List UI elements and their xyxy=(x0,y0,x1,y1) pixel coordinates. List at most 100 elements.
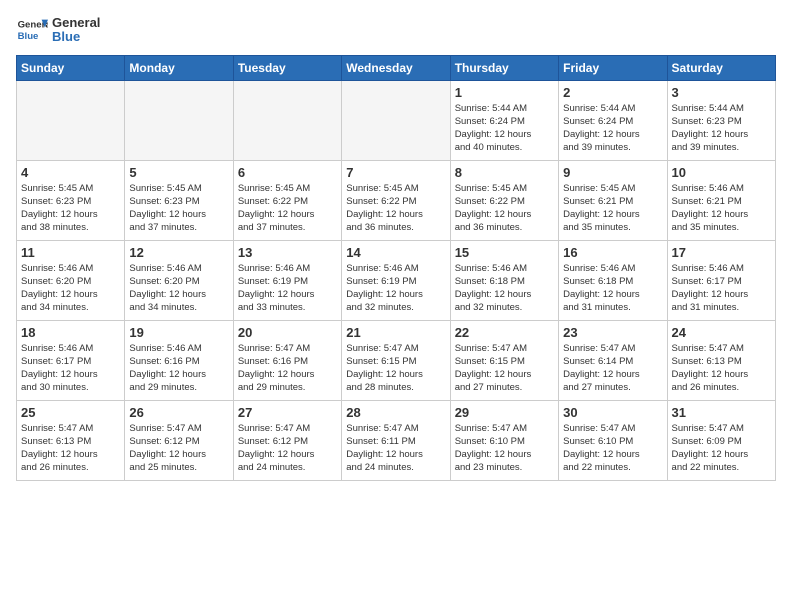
day-number: 8 xyxy=(455,165,554,180)
calendar-cell: 9 Sunrise: 5:45 AM Sunset: 6:21 PM Daylig… xyxy=(559,160,667,240)
calendar-cell xyxy=(342,80,450,160)
day-number: 5 xyxy=(129,165,228,180)
day-number: 21 xyxy=(346,325,445,340)
page-header: General Blue General Blue xyxy=(16,16,776,45)
calendar-cell: 1 Sunrise: 5:44 AM Sunset: 6:24 PM Daylig… xyxy=(450,80,558,160)
day-number: 11 xyxy=(21,245,120,260)
calendar-body: 1 Sunrise: 5:44 AM Sunset: 6:24 PM Daylig… xyxy=(17,80,776,480)
calendar-cell: 5Sunrise: 5:45 AM Sunset: 6:23 PM Daylig… xyxy=(125,160,233,240)
day-info: Sunrise: 5:46 AM Sunset: 6:18 PM Dayligh… xyxy=(563,262,662,315)
weekday-header-thursday: Thursday xyxy=(450,55,558,80)
logo-icon: General Blue xyxy=(16,16,48,44)
day-info: Sunrise: 5:46 AM Sunset: 6:19 PM Dayligh… xyxy=(238,262,337,315)
weekday-header-wednesday: Wednesday xyxy=(342,55,450,80)
calendar-cell: 19Sunrise: 5:46 AM Sunset: 6:16 PM Dayli… xyxy=(125,320,233,400)
day-number: 7 xyxy=(346,165,445,180)
calendar-cell: 18Sunrise: 5:46 AM Sunset: 6:17 PM Dayli… xyxy=(17,320,125,400)
day-number: 3 xyxy=(672,85,771,100)
day-info: Sunrise: 5:47 AM Sunset: 6:10 PM Dayligh… xyxy=(455,422,554,475)
calendar-cell: 16 Sunrise: 5:46 AM Sunset: 6:18 PM Dayli… xyxy=(559,240,667,320)
day-info: Sunrise: 5:46 AM Sunset: 6:20 PM Dayligh… xyxy=(21,262,120,315)
day-number: 12 xyxy=(129,245,228,260)
weekday-header-saturday: Saturday xyxy=(667,55,775,80)
day-info: Sunrise: 5:44 AM Sunset: 6:23 PM Dayligh… xyxy=(672,102,771,155)
day-number: 2 xyxy=(563,85,662,100)
day-info: Sunrise: 5:47 AM Sunset: 6:13 PM Dayligh… xyxy=(672,342,771,395)
calendar-cell: 8 Sunrise: 5:45 AM Sunset: 6:22 PM Daylig… xyxy=(450,160,558,240)
calendar-cell xyxy=(125,80,233,160)
weekday-header-sunday: Sunday xyxy=(17,55,125,80)
day-number: 26 xyxy=(129,405,228,420)
calendar-cell: 15Sunrise: 5:46 AM Sunset: 6:18 PM Dayli… xyxy=(450,240,558,320)
day-info: Sunrise: 5:47 AM Sunset: 6:09 PM Dayligh… xyxy=(672,422,771,475)
calendar-week-4: 18Sunrise: 5:46 AM Sunset: 6:17 PM Dayli… xyxy=(17,320,776,400)
calendar-cell: 20 Sunrise: 5:47 AM Sunset: 6:16 PM Dayli… xyxy=(233,320,341,400)
day-number: 4 xyxy=(21,165,120,180)
day-number: 9 xyxy=(563,165,662,180)
calendar-cell: 2 Sunrise: 5:44 AM Sunset: 6:24 PM Daylig… xyxy=(559,80,667,160)
day-info: Sunrise: 5:47 AM Sunset: 6:12 PM Dayligh… xyxy=(129,422,228,475)
calendar-cell: 28 Sunrise: 5:47 AM Sunset: 6:11 PM Dayli… xyxy=(342,400,450,480)
day-number: 28 xyxy=(346,405,445,420)
day-number: 27 xyxy=(238,405,337,420)
calendar-cell: 27 Sunrise: 5:47 AM Sunset: 6:12 PM Dayli… xyxy=(233,400,341,480)
calendar-week-5: 25 Sunrise: 5:47 AM Sunset: 6:13 PM Dayli… xyxy=(17,400,776,480)
day-info: Sunrise: 5:46 AM Sunset: 6:17 PM Dayligh… xyxy=(672,262,771,315)
calendar-cell: 21 Sunrise: 5:47 AM Sunset: 6:15 PM Dayli… xyxy=(342,320,450,400)
day-info: Sunrise: 5:46 AM Sunset: 6:17 PM Dayligh… xyxy=(21,342,120,395)
calendar-cell xyxy=(17,80,125,160)
calendar-cell: 11 Sunrise: 5:46 AM Sunset: 6:20 PM Dayli… xyxy=(17,240,125,320)
weekday-header-row: SundayMondayTuesdayWednesdayThursdayFrid… xyxy=(17,55,776,80)
day-info: Sunrise: 5:47 AM Sunset: 6:14 PM Dayligh… xyxy=(563,342,662,395)
calendar-week-2: 4 Sunrise: 5:45 AM Sunset: 6:23 PM Daylig… xyxy=(17,160,776,240)
calendar-cell: 23 Sunrise: 5:47 AM Sunset: 6:14 PM Dayli… xyxy=(559,320,667,400)
day-info: Sunrise: 5:47 AM Sunset: 6:10 PM Dayligh… xyxy=(563,422,662,475)
calendar-cell: 22Sunrise: 5:47 AM Sunset: 6:15 PM Dayli… xyxy=(450,320,558,400)
day-number: 15 xyxy=(455,245,554,260)
calendar-cell: 25 Sunrise: 5:47 AM Sunset: 6:13 PM Dayli… xyxy=(17,400,125,480)
calendar-cell: 6 Sunrise: 5:45 AM Sunset: 6:22 PM Daylig… xyxy=(233,160,341,240)
calendar-table: SundayMondayTuesdayWednesdayThursdayFrid… xyxy=(16,55,776,481)
day-info: Sunrise: 5:47 AM Sunset: 6:15 PM Dayligh… xyxy=(346,342,445,395)
calendar-cell: 10Sunrise: 5:46 AM Sunset: 6:21 PM Dayli… xyxy=(667,160,775,240)
calendar-cell: 3 Sunrise: 5:44 AM Sunset: 6:23 PM Daylig… xyxy=(667,80,775,160)
day-info: Sunrise: 5:44 AM Sunset: 6:24 PM Dayligh… xyxy=(455,102,554,155)
day-info: Sunrise: 5:47 AM Sunset: 6:16 PM Dayligh… xyxy=(238,342,337,395)
day-info: Sunrise: 5:45 AM Sunset: 6:22 PM Dayligh… xyxy=(238,182,337,235)
day-info: Sunrise: 5:47 AM Sunset: 6:12 PM Dayligh… xyxy=(238,422,337,475)
svg-text:Blue: Blue xyxy=(18,31,39,42)
day-info: Sunrise: 5:45 AM Sunset: 6:22 PM Dayligh… xyxy=(346,182,445,235)
day-number: 6 xyxy=(238,165,337,180)
weekday-header-monday: Monday xyxy=(125,55,233,80)
calendar-cell: 29 Sunrise: 5:47 AM Sunset: 6:10 PM Dayli… xyxy=(450,400,558,480)
calendar-cell: 30Sunrise: 5:47 AM Sunset: 6:10 PM Dayli… xyxy=(559,400,667,480)
day-info: Sunrise: 5:47 AM Sunset: 6:13 PM Dayligh… xyxy=(21,422,120,475)
day-info: Sunrise: 5:46 AM Sunset: 6:21 PM Dayligh… xyxy=(672,182,771,235)
day-number: 24 xyxy=(672,325,771,340)
logo-blue: Blue xyxy=(52,30,100,44)
calendar-cell xyxy=(233,80,341,160)
day-number: 29 xyxy=(455,405,554,420)
calendar-cell: 4 Sunrise: 5:45 AM Sunset: 6:23 PM Daylig… xyxy=(17,160,125,240)
day-number: 16 xyxy=(563,245,662,260)
calendar-cell: 13 Sunrise: 5:46 AM Sunset: 6:19 PM Dayli… xyxy=(233,240,341,320)
calendar-cell: 26 Sunrise: 5:47 AM Sunset: 6:12 PM Dayli… xyxy=(125,400,233,480)
day-info: Sunrise: 5:47 AM Sunset: 6:15 PM Dayligh… xyxy=(455,342,554,395)
day-info: Sunrise: 5:45 AM Sunset: 6:22 PM Dayligh… xyxy=(455,182,554,235)
calendar-cell: 12 Sunrise: 5:46 AM Sunset: 6:20 PM Dayli… xyxy=(125,240,233,320)
logo-general: General xyxy=(52,16,100,30)
day-info: Sunrise: 5:46 AM Sunset: 6:20 PM Dayligh… xyxy=(129,262,228,315)
day-number: 13 xyxy=(238,245,337,260)
day-info: Sunrise: 5:46 AM Sunset: 6:19 PM Dayligh… xyxy=(346,262,445,315)
day-number: 20 xyxy=(238,325,337,340)
day-info: Sunrise: 5:45 AM Sunset: 6:21 PM Dayligh… xyxy=(563,182,662,235)
day-info: Sunrise: 5:46 AM Sunset: 6:16 PM Dayligh… xyxy=(129,342,228,395)
day-number: 23 xyxy=(563,325,662,340)
day-info: Sunrise: 5:45 AM Sunset: 6:23 PM Dayligh… xyxy=(21,182,120,235)
day-info: Sunrise: 5:44 AM Sunset: 6:24 PM Dayligh… xyxy=(563,102,662,155)
day-info: Sunrise: 5:47 AM Sunset: 6:11 PM Dayligh… xyxy=(346,422,445,475)
day-number: 1 xyxy=(455,85,554,100)
calendar-cell: 7 Sunrise: 5:45 AM Sunset: 6:22 PM Daylig… xyxy=(342,160,450,240)
day-number: 25 xyxy=(21,405,120,420)
calendar-week-1: 1 Sunrise: 5:44 AM Sunset: 6:24 PM Daylig… xyxy=(17,80,776,160)
